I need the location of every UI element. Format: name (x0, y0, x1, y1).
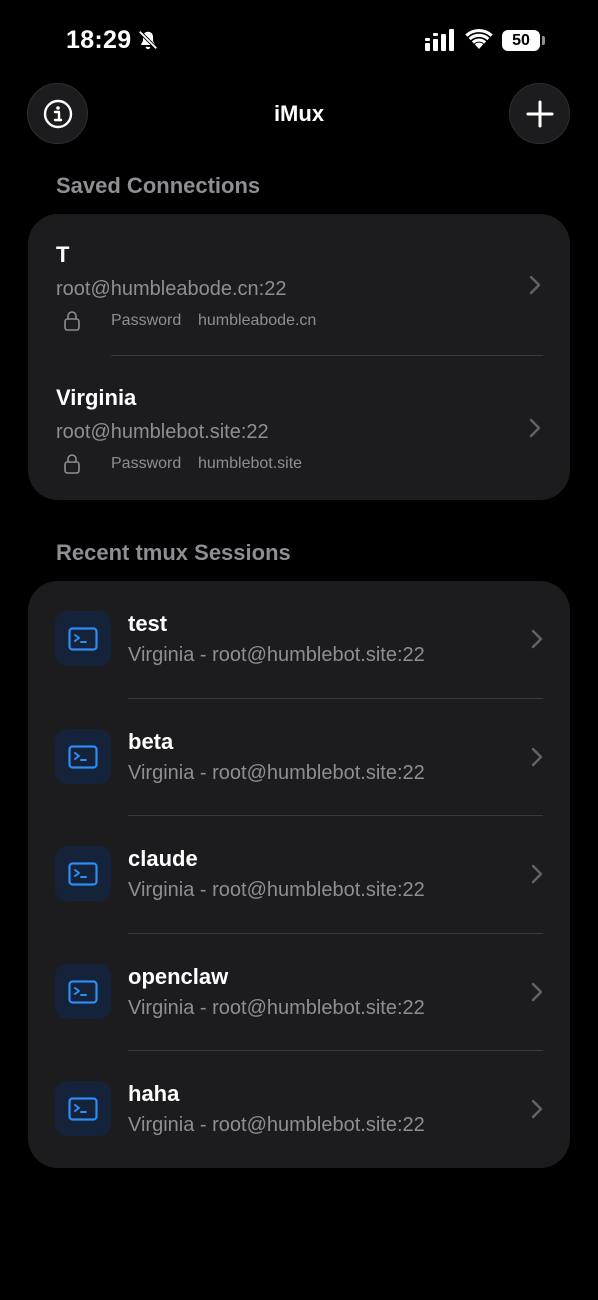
connection-row-t[interactable]: T root@humbleabode.cn:22 Password humble… (28, 214, 570, 356)
saved-connections-card: T root@humbleabode.cn:22 Password humble… (28, 214, 570, 500)
lock-icon (64, 311, 80, 331)
battery-level: 50 (512, 31, 530, 49)
cellular-signal-icon (425, 29, 454, 51)
connection-address: root@humblebot.site:22 (56, 421, 269, 443)
status-time: 18:29 (66, 26, 132, 54)
connection-host: humblebot.site (198, 455, 303, 472)
chevron-right-icon (531, 1099, 543, 1119)
connection-address: root@humbleabode.cn:22 (56, 278, 287, 300)
session-subtitle: Virginia - root@humblebot.site:22 (128, 997, 425, 1019)
session-subtitle: Virginia - root@humblebot.site:22 (128, 644, 425, 666)
battery-cap (542, 36, 545, 45)
connection-auth-type: Password (111, 312, 182, 329)
connection-name: Virginia (56, 385, 137, 410)
session-name: openclaw (128, 964, 229, 989)
bell-slash-icon (138, 30, 158, 50)
saved-connections-header: Saved Connections (56, 173, 261, 198)
chevron-right-icon (529, 418, 541, 438)
session-row-claude[interactable]: claude Virginia - root@humblebot.site:22 (28, 816, 570, 933)
chevron-right-icon (531, 864, 543, 884)
connection-name: T (56, 242, 70, 267)
session-row-beta[interactable]: beta Virginia - root@humblebot.site:22 (28, 699, 570, 816)
session-row-haha[interactable]: haha Virginia - root@humblebot.site:22 (28, 1051, 570, 1168)
terminal-icon (55, 1081, 111, 1136)
row-divider (111, 355, 543, 356)
session-name: beta (128, 729, 174, 754)
wifi-icon (465, 28, 493, 49)
recent-sessions-header: Recent tmux Sessions (56, 540, 291, 565)
session-subtitle: Virginia - root@humblebot.site:22 (128, 762, 425, 784)
terminal-icon (55, 729, 111, 784)
chevron-right-icon (529, 275, 541, 295)
connection-row-virginia[interactable]: Virginia root@humblebot.site:22 Password… (28, 357, 570, 499)
plus-icon (526, 100, 553, 127)
session-name: claude (128, 846, 198, 871)
battery-icon: 50 (502, 30, 540, 51)
lock-icon (64, 454, 80, 474)
status-bar: 18:29 50 (0, 0, 598, 82)
terminal-icon (55, 611, 111, 666)
screen: 18:29 50 iMux Saved Connections T root@h… (0, 0, 598, 1300)
chevron-right-icon (531, 629, 543, 649)
session-name: haha (128, 1081, 180, 1106)
chevron-right-icon (531, 982, 543, 1002)
terminal-icon (55, 964, 111, 1019)
connection-auth-type: Password (111, 455, 182, 472)
session-row-test[interactable]: test Virginia - root@humblebot.site:22 (28, 581, 570, 698)
connection-host: humbleabode.cn (198, 312, 317, 329)
terminal-icon (55, 846, 111, 901)
add-connection-button[interactable] (509, 83, 570, 144)
session-subtitle: Virginia - root@humblebot.site:22 (128, 1114, 425, 1136)
session-row-openclaw[interactable]: openclaw Virginia - root@humblebot.site:… (28, 934, 570, 1051)
chevron-right-icon (531, 747, 543, 767)
session-name: test (128, 611, 168, 636)
session-subtitle: Virginia - root@humblebot.site:22 (128, 879, 425, 901)
recent-sessions-card: test Virginia - root@humblebot.site:22 b… (28, 581, 570, 1168)
